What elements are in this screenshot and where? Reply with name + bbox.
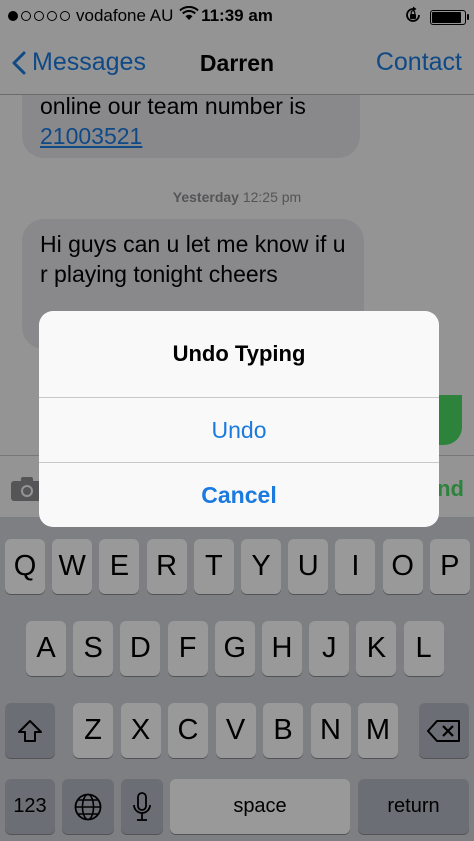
undo-button[interactable]: Undo: [39, 398, 439, 463]
cancel-button[interactable]: Cancel: [39, 463, 439, 527]
undo-typing-alert: Undo Typing Undo Cancel: [39, 311, 439, 527]
alert-title: Undo Typing: [39, 311, 439, 398]
